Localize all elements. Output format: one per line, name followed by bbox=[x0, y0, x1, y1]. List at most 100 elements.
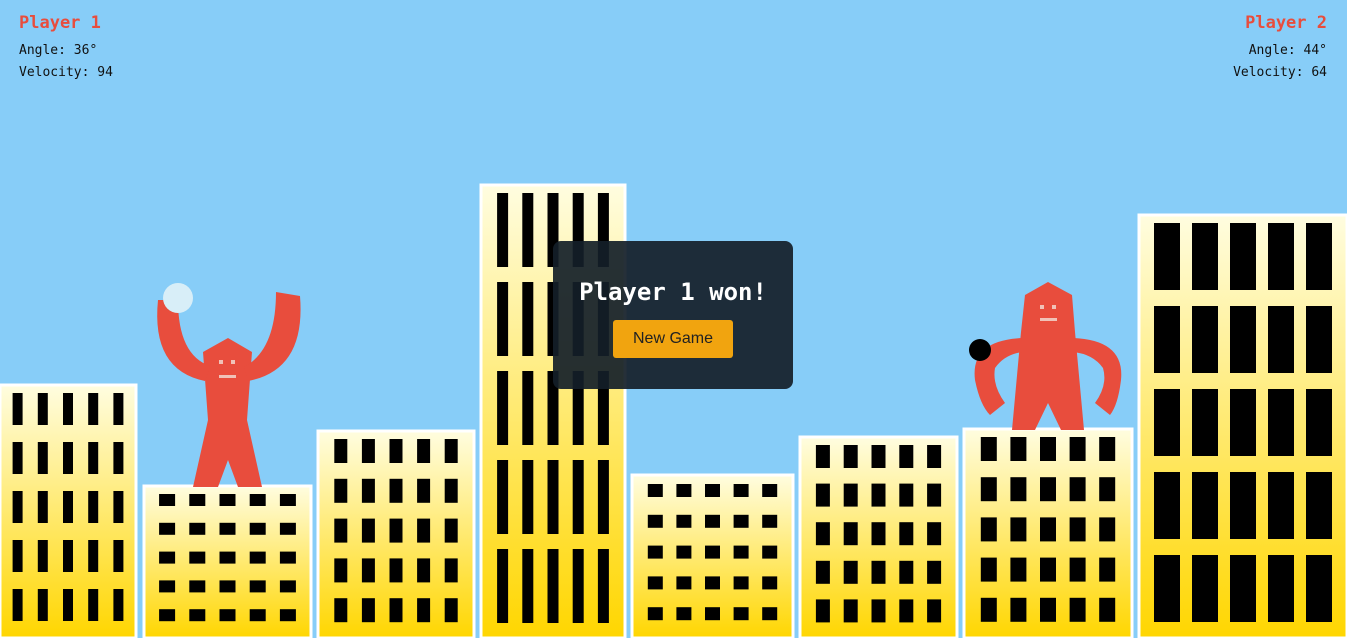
gorilla-left-icon bbox=[157, 292, 301, 487]
building-window bbox=[1154, 555, 1180, 622]
player1-velocity: Velocity: 94 bbox=[19, 65, 113, 80]
building-window bbox=[733, 576, 749, 590]
building-window bbox=[279, 580, 296, 593]
building-window bbox=[899, 599, 914, 623]
building-window bbox=[444, 439, 458, 463]
building-window bbox=[705, 576, 720, 590]
player1-name: Player 1 bbox=[19, 13, 101, 33]
player2-angle: Angle: 44° bbox=[1248, 43, 1327, 58]
building-window bbox=[1154, 389, 1180, 456]
building-window bbox=[497, 460, 509, 534]
building-window bbox=[159, 522, 176, 535]
building-window bbox=[1040, 437, 1056, 461]
building-window bbox=[1192, 472, 1218, 539]
building-window bbox=[871, 522, 886, 546]
building-window bbox=[899, 445, 914, 468]
building-window bbox=[37, 540, 48, 572]
building-window bbox=[676, 545, 692, 559]
building-window bbox=[279, 494, 296, 506]
building-window bbox=[733, 484, 749, 497]
building-window bbox=[361, 478, 375, 503]
building-window bbox=[705, 484, 720, 497]
building-window bbox=[159, 580, 176, 593]
building-window bbox=[444, 518, 458, 543]
building-window bbox=[899, 483, 914, 507]
building-window bbox=[980, 477, 997, 502]
building-window bbox=[219, 580, 236, 593]
building-window bbox=[1040, 557, 1056, 582]
building-window bbox=[361, 598, 375, 623]
building-window bbox=[389, 439, 403, 463]
building-window bbox=[37, 393, 48, 425]
player2-velocity: Velocity: 64 bbox=[1233, 65, 1327, 80]
building-window bbox=[1154, 306, 1180, 373]
building-window bbox=[762, 514, 778, 528]
building-window bbox=[647, 514, 663, 528]
building-window bbox=[815, 483, 830, 507]
building-window bbox=[1268, 389, 1294, 456]
building-window bbox=[815, 560, 830, 584]
building-window bbox=[843, 483, 858, 507]
building-window bbox=[927, 483, 942, 507]
building-window bbox=[980, 517, 997, 542]
building-window bbox=[189, 522, 206, 535]
building-window bbox=[1069, 597, 1086, 622]
building-window bbox=[871, 483, 886, 507]
building-window bbox=[1099, 437, 1116, 461]
building-window bbox=[843, 522, 858, 546]
building-window bbox=[980, 597, 997, 622]
building-window bbox=[63, 589, 73, 621]
building-window bbox=[389, 598, 403, 623]
building-window bbox=[189, 494, 206, 506]
building-window bbox=[1040, 477, 1056, 502]
building-window bbox=[417, 558, 431, 583]
building-window bbox=[37, 491, 48, 523]
building-window bbox=[676, 514, 692, 528]
building-window bbox=[647, 576, 663, 590]
building-window bbox=[1154, 472, 1180, 539]
building-window bbox=[1192, 223, 1218, 290]
building-window bbox=[980, 557, 997, 582]
building-window bbox=[1010, 437, 1027, 461]
building-window bbox=[762, 484, 778, 497]
building-window bbox=[389, 518, 403, 543]
new-game-button[interactable]: New Game bbox=[613, 320, 733, 358]
building-window bbox=[815, 445, 830, 468]
building-window bbox=[1230, 223, 1256, 290]
building-window bbox=[705, 514, 720, 528]
building-window bbox=[113, 491, 124, 523]
building-window bbox=[927, 560, 942, 584]
player1-info: Player 1 Angle: 36° Velocity: 94 bbox=[19, 12, 113, 84]
building-window bbox=[547, 549, 559, 623]
building-window bbox=[733, 545, 749, 559]
building-window bbox=[88, 491, 99, 523]
building-window bbox=[113, 393, 124, 425]
building-window bbox=[871, 445, 886, 468]
building-window bbox=[843, 445, 858, 468]
building-window bbox=[1099, 557, 1116, 582]
building-window bbox=[219, 551, 236, 564]
building-window bbox=[1306, 306, 1332, 373]
gorilla-right-icon bbox=[974, 282, 1122, 430]
building-window bbox=[1010, 477, 1027, 502]
building-window bbox=[417, 478, 431, 503]
building-window bbox=[12, 442, 23, 474]
building-window bbox=[361, 439, 375, 463]
building-window bbox=[1010, 517, 1027, 542]
building-window bbox=[1069, 437, 1086, 461]
building-window bbox=[219, 494, 236, 506]
building-window bbox=[63, 442, 73, 474]
building-window bbox=[899, 560, 914, 584]
building-window bbox=[1099, 517, 1116, 542]
building-window bbox=[676, 576, 692, 590]
building-window bbox=[444, 598, 458, 623]
building-window bbox=[522, 549, 534, 623]
building-window bbox=[927, 522, 942, 546]
building-window bbox=[1069, 477, 1086, 502]
building-window bbox=[762, 607, 778, 621]
building-window bbox=[1192, 389, 1218, 456]
building-window bbox=[497, 193, 509, 267]
building-window bbox=[417, 598, 431, 623]
building-window bbox=[37, 589, 48, 621]
building-window bbox=[1010, 557, 1027, 582]
